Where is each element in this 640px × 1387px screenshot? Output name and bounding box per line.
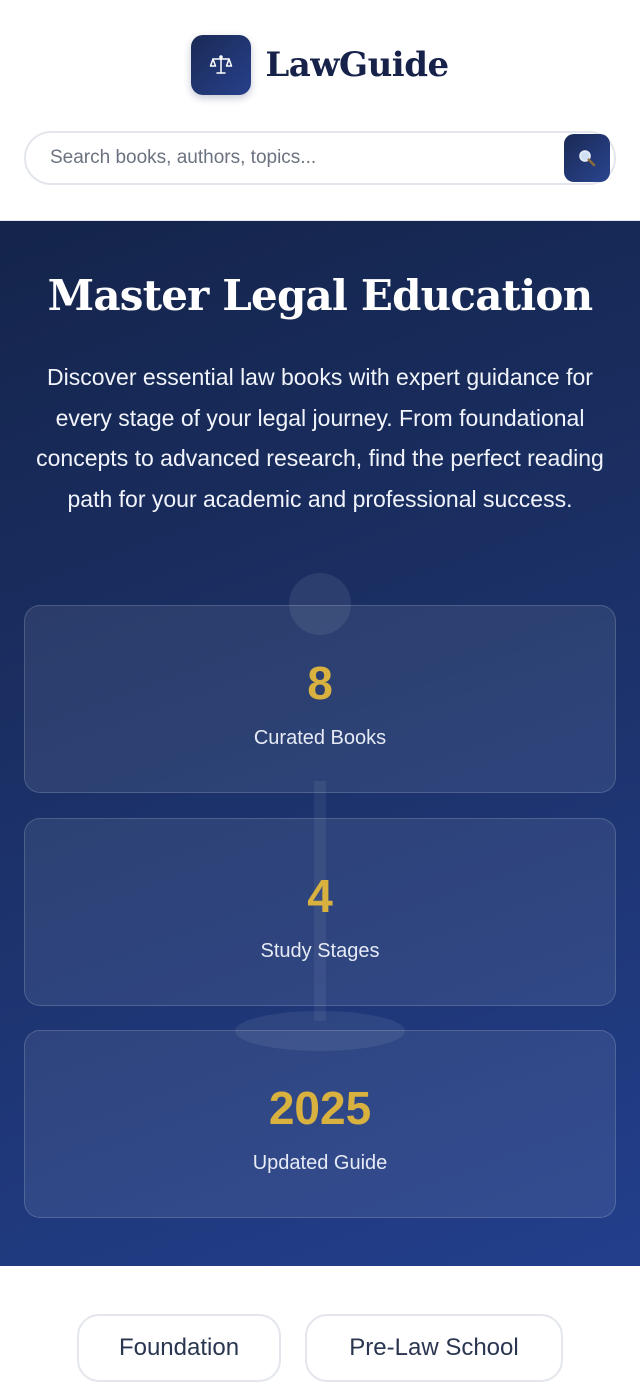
brand-name: LawGuide: [265, 45, 449, 85]
stage-tabs: Foundation Pre-Law School: [0, 1266, 640, 1387]
stat-card-stages: 4 Study Stages: [24, 818, 616, 1006]
stat-value: 2025: [268, 1082, 372, 1134]
search-input[interactable]: [50, 133, 570, 183]
brand[interactable]: LawGuide: [0, 35, 640, 95]
scales-of-justice-icon: [191, 35, 252, 95]
app-header: LawGuide: [0, 0, 640, 221]
hero-title: Master Legal Education: [47, 271, 593, 320]
hero-section: Master Legal Education Discover essentia…: [0, 221, 640, 1266]
stat-label: Study Stages: [260, 940, 380, 962]
magnifier-icon: [579, 150, 596, 167]
stat-label: Curated Books: [253, 727, 387, 749]
search-bar: [24, 131, 616, 185]
stat-value: 4: [307, 870, 333, 922]
search-button[interactable]: [564, 134, 610, 182]
tab-pre-law-school[interactable]: Pre-Law School: [305, 1314, 563, 1382]
stat-card-books: 8 Curated Books: [24, 605, 616, 793]
tab-foundation[interactable]: Foundation: [77, 1314, 281, 1382]
stat-card-updated: 2025 Updated Guide: [24, 1030, 616, 1218]
hero-description: Discover essential law books with expert…: [36, 364, 604, 512]
stat-label: Updated Guide: [252, 1152, 388, 1174]
stat-value: 8: [307, 657, 333, 709]
